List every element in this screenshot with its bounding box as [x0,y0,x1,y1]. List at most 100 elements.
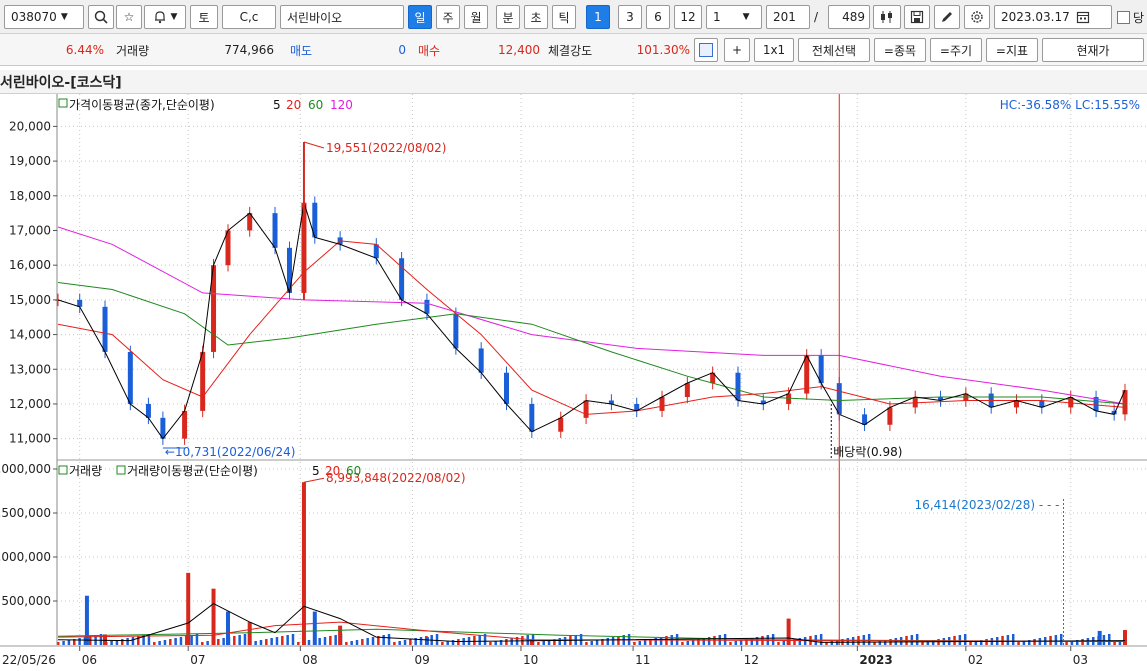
price-legend-ma60: 60 [308,98,323,112]
volume-bar [505,639,508,645]
favorite-button[interactable]: ☆ [116,5,142,29]
color-swatch-icon [699,43,713,57]
volume-bar [387,634,391,645]
date-picker[interactable]: 2023.03.17 [994,5,1112,29]
hc-lc-readout: HC:-36.58% LC:15.55% [1000,98,1140,112]
price-legend-ma20: 20 [286,98,301,112]
candle-body [453,313,459,349]
interval-6-button[interactable]: 6 [646,5,670,29]
volume-bar [643,640,647,645]
volume-bar [350,641,353,645]
chevron-down-icon: ▼ [60,12,68,22]
volume-bar-major [211,588,216,645]
chart-area[interactable]: 19,551(2022/08/02) ←10,731(2022/06/24) 배당락… [0,94,1147,671]
volume-bar [281,636,284,645]
volume-bar [558,638,561,645]
ratio-button[interactable]: 1x1 [754,38,794,62]
bell-icon [154,11,165,24]
volume-bar [190,635,193,645]
current-day-label: 당 [1133,10,1145,25]
volume-bar [963,634,967,645]
count-input[interactable]: 201 [766,5,810,29]
search-button[interactable] [88,5,114,29]
price-tick-label: 13,000 [9,362,51,376]
period-week-button[interactable]: 주 [436,5,460,29]
x-tick-label: 03 [1073,653,1088,667]
volume-bar [121,639,124,645]
stock-code-select[interactable]: 038070 ▼ [4,5,84,29]
volume-bar [371,637,375,645]
chart-grid [57,94,1147,645]
event-annotation: 배당락(0.98) [833,445,902,459]
volume-bar [1081,639,1084,645]
volume-bar [457,639,460,645]
legend-marker-icon [116,465,126,475]
max-annotation: 19,551(2022/08/02) [326,141,447,155]
volume-bar [590,641,593,645]
period-button[interactable]: =주기 [930,38,982,62]
volume-bar-major [103,634,108,645]
period-day-button[interactable]: 일 [408,5,432,29]
unit-value: 1 [713,10,721,24]
period-month-button[interactable]: 월 [464,5,488,29]
volume-bar [398,641,401,645]
volume-bar [286,635,289,645]
max-annotation-pointer [303,141,325,149]
volume-bar [441,642,444,645]
volume-legend-ma20: 20 [325,464,340,478]
interval-12-button[interactable]: 12 [674,5,702,29]
candle-body [200,351,206,411]
save-button[interactable] [904,5,930,29]
candle-body [583,400,589,418]
unit-select[interactable]: 1 ▼ [706,5,762,29]
volume-bar [393,642,396,645]
zoom-in-button[interactable]: + [724,38,750,62]
period-minute-button[interactable]: 분 [496,5,520,29]
candle-body [127,351,133,404]
indicator-button[interactable]: =지표 [986,38,1038,62]
cc-button[interactable]: C,c [222,5,276,29]
price-tick-label: 16,000 [9,258,51,272]
price-tick-label: 18,000 [9,189,51,203]
volume-bar [473,636,476,645]
volume-bar [494,641,497,645]
alert-button[interactable]: ▼ [144,5,186,29]
volume-bar [611,637,615,645]
price-tick-label: 17,000 [9,223,51,237]
stock-button[interactable]: =종목 [874,38,926,62]
period-tick-button[interactable]: 틱 [552,5,576,29]
color-box-button[interactable] [694,38,718,62]
interval-3-button[interactable]: 3 [618,5,642,29]
volume-bar [318,638,321,645]
volume-bar [510,638,513,645]
candle-body [529,403,535,432]
volume-bar [334,635,337,645]
volume-bar [958,635,962,645]
candle-body [735,372,741,401]
ma5-line [57,202,1126,440]
volume-bar [78,638,81,645]
stock-name-field[interactable]: 서린바이오 [280,5,404,29]
volume-bar [446,641,449,645]
volume-bar-major [312,611,317,645]
volume-bar [585,642,588,645]
period-second-button[interactable]: 초 [524,5,548,29]
draw-tool-button[interactable] [934,5,960,29]
candle-body [558,417,564,432]
volume-bar [846,638,850,645]
settings-button[interactable] [964,5,990,29]
interval-1-button[interactable]: 1 [586,5,610,29]
current-price-button[interactable]: 현재가 [1042,38,1144,62]
select-all-button[interactable]: 전체선택 [798,38,870,62]
volume-legend-ma60: 60 [346,464,361,478]
volume-bar [542,641,545,645]
gear-icon [971,11,983,23]
candle-body [145,403,151,418]
volume-bar [1113,642,1116,645]
toggle-button[interactable]: 토 [190,5,218,29]
current-day-checkbox[interactable]: 당 [1117,5,1147,29]
x-tick-label: 11 [635,653,650,667]
volume-bar [830,641,834,645]
candle-type-button[interactable] [873,5,901,29]
volume-bar-major [84,595,89,645]
